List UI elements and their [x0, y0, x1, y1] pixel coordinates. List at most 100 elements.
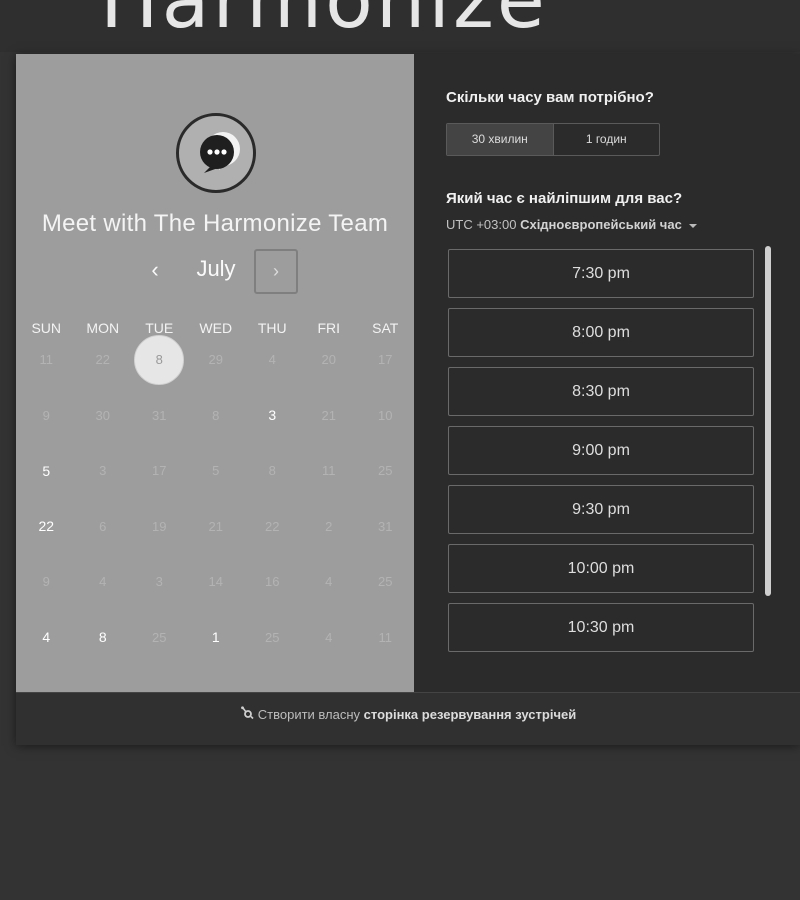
calendar-day-number: 6 [99, 518, 107, 534]
calendar-day-number: 14 [208, 574, 223, 590]
calendar-day[interactable]: 1 [188, 610, 245, 666]
calendar-day-number: 19 [152, 518, 167, 534]
calendar-day-number: 10 [378, 407, 393, 423]
calendar-panel: Meet with The Harmonize Team ‹ July › SU… [16, 54, 414, 692]
calendar-day: 31 [357, 499, 414, 555]
calendar-day: 22 [244, 499, 301, 555]
calendar-day-number: 5 [42, 462, 51, 479]
timezone-offset: UTC +03:00 [446, 217, 521, 232]
calendar-day-number: 25 [265, 629, 280, 645]
time-slot[interactable]: 9:30 pm [448, 485, 754, 534]
sprocket-icon [240, 694, 254, 738]
calendar-day: 29 [188, 332, 245, 388]
calendar-day: 4 [301, 610, 358, 666]
avatar [176, 113, 256, 193]
calendar-day: 25 [357, 443, 414, 499]
chat-bubble-icon [200, 132, 240, 173]
calendar-day-number: 8 [98, 629, 107, 646]
brand-logo-text: Harmonize [100, 0, 548, 46]
calendar-day: 11 [357, 610, 414, 666]
calendar-day-selected[interactable]: 8 [131, 332, 188, 388]
calendar-day: 9 [18, 554, 75, 610]
month-label: July [196, 256, 236, 281]
calendar-day-number: 4 [325, 629, 333, 645]
calendar-day-number: 3 [268, 407, 277, 424]
calendar-day: 8 [188, 388, 245, 444]
calendar-day-number: 11 [378, 629, 393, 645]
calendar-day-number: 9 [42, 407, 50, 423]
calendar-day: 16 [244, 554, 301, 610]
page-header: Harmonize [0, 0, 800, 52]
calendar-day: 17 [357, 332, 414, 388]
calendar-day-number: 30 [95, 407, 110, 423]
footer-prefix: Створити власну [257, 707, 361, 722]
calendar-day: 31 [131, 388, 188, 444]
duration-toggle: 30 хвилин 1 годин [446, 123, 660, 156]
calendar-day-number: 25 [378, 463, 393, 479]
calendar-day-number: 9 [42, 574, 50, 590]
calendar-day-number: 22 [38, 518, 55, 535]
calendar-day-number: 17 [378, 352, 393, 368]
time-slot[interactable]: 10:30 pm [448, 603, 754, 652]
time-slot-list: 7:30 pm 8:00 pm 8:30 pm 9:00 pm 9:30 pm … [448, 249, 758, 654]
calendar-week-row: 9 30 31 8 3 21 10 [18, 388, 414, 444]
calendar-day: 6 [75, 499, 132, 555]
calendar-day-number: 22 [95, 352, 110, 368]
calendar-day: 21 [188, 499, 245, 555]
calendar-day-number: 8 [268, 463, 276, 479]
calendar-day-number: 20 [321, 352, 336, 368]
calendar-day: 11 [18, 332, 75, 388]
time-slot[interactable]: 7:30 pm [448, 249, 754, 298]
meetings-widget: Meet with The Harmonize Team ‹ July › SU… [16, 54, 800, 745]
duration-heading: Скільки часу вам потрібно? [446, 89, 654, 106]
calendar-day: 4 [75, 554, 132, 610]
time-slot[interactable]: 9:00 pm [448, 426, 754, 475]
next-month-button[interactable]: › [254, 249, 298, 294]
calendar-day-number: 11 [322, 463, 336, 479]
calendar-day-number: 25 [378, 574, 393, 590]
calendar-day-number: 8 [134, 334, 185, 385]
calendar-day: 5 [188, 443, 245, 499]
calendar-day-number: 29 [208, 352, 223, 368]
footer-link[interactable]: сторінка резервування зустрічей [364, 707, 577, 722]
calendar-week-row: 11 22 8 29 4 20 17 [18, 332, 414, 388]
calendar-day: 25 [244, 610, 301, 666]
calendar-day[interactable]: 22 [18, 499, 75, 555]
calendar-day-number: 8 [212, 407, 220, 423]
calendar-day: 14 [188, 554, 245, 610]
calendar-day: 4 [244, 332, 301, 388]
page-title: Meet with The Harmonize Team [41, 210, 389, 237]
calendar-day-number: 2 [325, 518, 333, 534]
calendar-day: 10 [357, 388, 414, 444]
calendar-week-row: 22 6 19 21 22 2 31 [18, 499, 414, 555]
time-slot[interactable]: 8:00 pm [448, 308, 754, 357]
booking-panel: Скільки часу вам потрібно? 30 хвилин 1 г… [414, 54, 800, 692]
calendar-day-number: 3 [155, 574, 163, 590]
calendar-day: 19 [131, 499, 188, 555]
calendar-day-number: 4 [42, 629, 51, 646]
calendar-day-number: 31 [378, 518, 393, 534]
duration-option-30-min[interactable]: 30 хвилин [447, 124, 553, 155]
calendar-day-number: 4 [268, 352, 276, 368]
chevron-left-icon[interactable]: ‹ [140, 253, 170, 287]
calendar-week-row: 9 4 3 14 16 4 25 [18, 554, 414, 610]
calendar-day-number: 1 [211, 629, 220, 646]
calendar-day[interactable]: 4 [18, 610, 75, 666]
calendar-day: 4 [301, 554, 358, 610]
calendar-day: 25 [131, 610, 188, 666]
scrollbar-thumb[interactable] [765, 246, 771, 596]
calendar-day[interactable]: 8 [75, 610, 132, 666]
time-slot[interactable]: 8:30 pm [448, 367, 754, 416]
calendar-week-row: 4 8 25 1 25 4 11 [18, 610, 414, 666]
calendar-day-number: 16 [265, 574, 280, 590]
calendar-day[interactable]: 5 [18, 443, 75, 499]
calendar-day-number: 3 [99, 463, 107, 479]
footer: Створити власну сторінка резервування зу… [16, 692, 800, 745]
calendar-day-number: 21 [321, 407, 336, 423]
timezone-selector[interactable]: UTC +03:00 Східноєвропейський час [446, 217, 697, 232]
time-slot[interactable]: 10:00 pm [448, 544, 754, 593]
calendar-day: 11 [301, 443, 358, 499]
month-navigation: ‹ July › [16, 249, 414, 294]
duration-option-1-hour[interactable]: 1 годин [552, 124, 660, 155]
calendar-day[interactable]: 3 [244, 388, 301, 444]
